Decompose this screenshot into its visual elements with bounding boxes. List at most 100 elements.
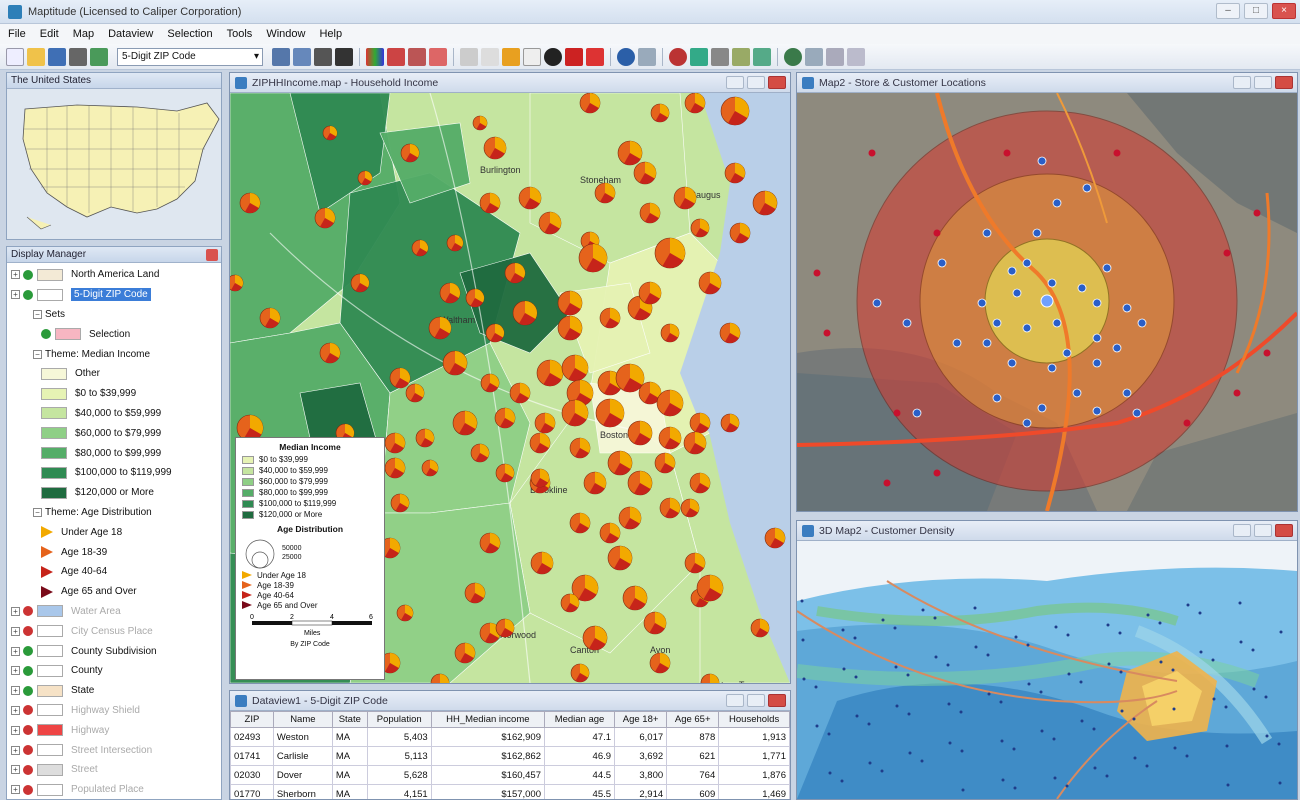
layer-row[interactable]: − Sets	[7, 305, 221, 325]
layer-row[interactable]: Under Age 18	[7, 522, 221, 542]
menu-dataview[interactable]: Dataview	[108, 28, 153, 40]
expand-icon[interactable]: +	[11, 686, 20, 696]
collapse-icon[interactable]: −	[33, 309, 42, 319]
layer-row[interactable]: Other	[7, 364, 221, 384]
zoom-icon[interactable]	[847, 47, 865, 66]
visibility-icon[interactable]	[23, 725, 33, 736]
record-icon[interactable]	[669, 47, 687, 66]
layer-row[interactable]: Selection	[7, 324, 221, 344]
layer-row[interactable]: + County Subdivision	[7, 641, 221, 661]
layer-row[interactable]: + City Census Place	[7, 621, 221, 641]
layers-icon[interactable]	[90, 47, 108, 66]
maximize-button[interactable]: □	[1244, 3, 1268, 19]
expand-icon[interactable]: +	[11, 745, 20, 755]
column-header[interactable]: State	[331, 711, 368, 728]
column-header[interactable]: HH_Median income	[430, 711, 546, 728]
layer-row[interactable]: $80,000 to $99,999	[7, 443, 221, 463]
layer-row[interactable]: $0 to $39,999	[7, 384, 221, 404]
visibility-icon[interactable]	[41, 329, 51, 340]
pointer-icon[interactable]	[805, 47, 823, 66]
layer-select[interactable]: 5-Digit ZIP Code	[117, 47, 263, 66]
column-header[interactable]: Age 18+	[614, 711, 668, 728]
column-header[interactable]: ZIP	[230, 711, 274, 728]
visibility-icon[interactable]	[23, 626, 33, 637]
layer-row[interactable]: + Populated Place	[7, 780, 221, 800]
edit-icon[interactable]	[732, 47, 750, 66]
expand-icon[interactable]: +	[11, 270, 20, 280]
layer-row[interactable]: + County	[7, 661, 221, 681]
visibility-icon[interactable]	[23, 784, 33, 795]
store-customer-map[interactable]	[797, 93, 1297, 511]
menu-file[interactable]: File	[8, 28, 26, 40]
close-button[interactable]: ×	[1272, 3, 1296, 19]
layer-row[interactable]: − Theme: Age Distribution	[7, 503, 221, 523]
copy-icon[interactable]	[460, 47, 478, 66]
layer-row[interactable]: − Theme: Median Income	[7, 344, 221, 364]
layer-row[interactable]: $100,000 to $119,999	[7, 463, 221, 483]
print-icon[interactable]	[69, 47, 87, 66]
column-header[interactable]: Median age	[543, 711, 616, 728]
expand-icon[interactable]: +	[11, 725, 20, 735]
map-icon[interactable]	[753, 47, 771, 66]
layer-row[interactable]: + State	[7, 681, 221, 701]
visibility-icon[interactable]	[23, 685, 33, 696]
pie-theme-icon[interactable]	[408, 47, 426, 66]
minimize-button[interactable]: –	[1216, 3, 1240, 19]
close-button[interactable]	[768, 76, 786, 89]
open-icon[interactable]	[27, 47, 45, 66]
maximize-button[interactable]	[747, 76, 765, 89]
menu-edit[interactable]: Edit	[40, 28, 59, 40]
visibility-icon[interactable]	[23, 745, 33, 756]
layer-row[interactable]: +5-Digit ZIP Code	[7, 285, 221, 305]
pencil-icon[interactable]	[711, 47, 729, 66]
theme-icon[interactable]	[366, 47, 384, 66]
menu-help[interactable]: Help	[319, 28, 342, 40]
merge-icon[interactable]	[314, 47, 332, 66]
maximize-button[interactable]	[747, 694, 765, 707]
menu-tools[interactable]: Tools	[227, 28, 253, 40]
menu-window[interactable]: Window	[266, 28, 305, 40]
column-header[interactable]: Households	[718, 711, 790, 728]
visibility-icon[interactable]	[23, 665, 33, 676]
visibility-icon[interactable]	[23, 646, 33, 657]
new-icon[interactable]	[6, 47, 24, 66]
visibility-icon[interactable]	[23, 269, 33, 280]
table-row[interactable]: 01770 Sherborn MA 4,151 $157,000 45.5 2,914 609…	[230, 784, 790, 799]
pin-icon[interactable]	[565, 47, 583, 66]
expand-icon[interactable]: +	[11, 646, 20, 656]
table-row[interactable]: 02493 Weston MA 5,403 $162,909 47.1 6,017 878 1,…	[230, 727, 790, 747]
minimize-button[interactable]	[726, 76, 744, 89]
layer-row[interactable]: + North America Land	[7, 265, 221, 285]
layer-row[interactable]: + Water Area	[7, 602, 221, 622]
window-icon[interactable]	[523, 47, 541, 66]
globe-icon[interactable]	[544, 47, 562, 66]
visibility-icon[interactable]	[23, 764, 33, 775]
chart-theme-icon[interactable]	[387, 47, 405, 66]
cart-icon[interactable]	[586, 47, 604, 66]
table-row[interactable]: 01741 Carlisle MA 5,113 $162,862 46.9 3,692 621…	[230, 746, 790, 766]
visibility-icon[interactable]	[23, 606, 33, 617]
menu-selection[interactable]: Selection	[167, 28, 212, 40]
layer-row[interactable]: + Street Intersection	[7, 740, 221, 760]
route-icon[interactable]	[690, 47, 708, 66]
maximize-button[interactable]	[1254, 524, 1272, 537]
layer-row[interactable]: + Highway	[7, 720, 221, 740]
column-header[interactable]: Age 65+	[666, 711, 720, 728]
column-header[interactable]: Population	[366, 711, 432, 728]
close-button[interactable]	[768, 694, 786, 707]
expand-icon[interactable]: +	[11, 785, 20, 795]
expand-icon[interactable]: +	[11, 705, 20, 715]
layer-row[interactable]: Age 40-64	[7, 562, 221, 582]
visibility-icon[interactable]	[23, 705, 33, 716]
close-icon[interactable]	[206, 249, 218, 261]
layer-row[interactable]: + Highway Shield	[7, 701, 221, 721]
layer-row[interactable]: + Street	[7, 760, 221, 780]
expand-icon[interactable]: +	[11, 606, 20, 616]
column-header[interactable]: Name	[272, 711, 333, 728]
us-overview-map[interactable]	[7, 89, 221, 239]
expand-icon[interactable]: +	[11, 765, 20, 775]
minimize-button[interactable]	[1233, 524, 1251, 537]
minimize-button[interactable]	[1233, 76, 1251, 89]
redo-icon[interactable]	[638, 47, 656, 66]
binoculars-icon[interactable]	[335, 47, 353, 66]
